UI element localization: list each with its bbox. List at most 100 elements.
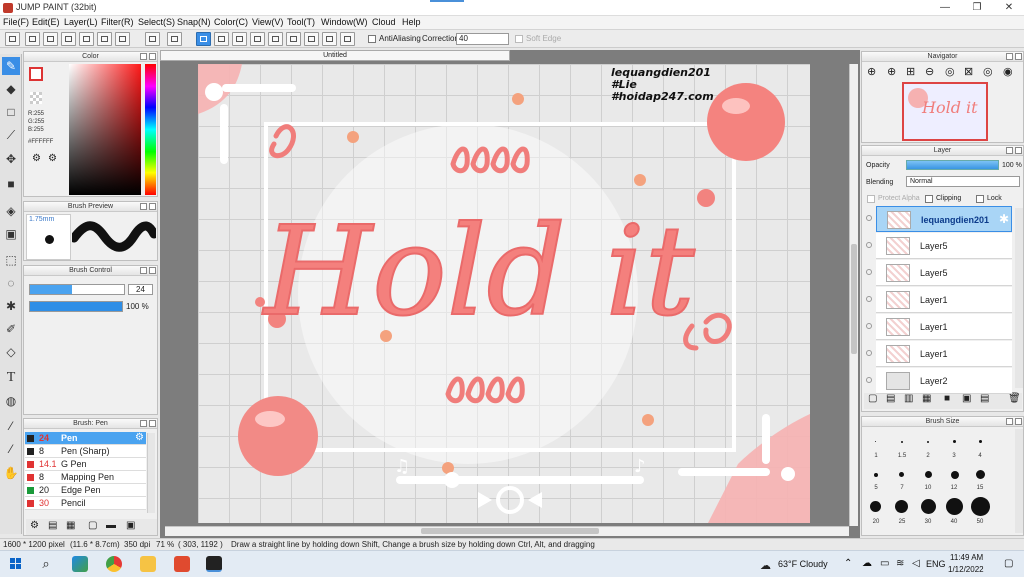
new-layer-8bit-icon[interactable]: ▤ [886, 393, 895, 404]
layer-settings-icon[interactable]: ✱ [999, 212, 1009, 226]
grid-button[interactable] [115, 32, 130, 46]
snap-off-button[interactable] [196, 32, 211, 46]
brush-size-dot[interactable] [875, 441, 876, 442]
eraser-tool-icon[interactable]: ◆ [2, 80, 20, 98]
layer-item-layer1[interactable]: Layer1 [876, 341, 1012, 367]
trash-icon[interactable]: 🗑 [1008, 393, 1021, 404]
wifi-icon[interactable]: ≋ [896, 558, 904, 569]
snap-radial-button[interactable] [250, 32, 265, 46]
rotate-left-icon[interactable]: ◎ [945, 65, 955, 78]
layer-opacity-slider[interactable] [906, 160, 999, 170]
brush-size-input[interactable]: 24 [128, 284, 153, 295]
cloud-sync-button[interactable] [5, 32, 20, 46]
office-icon[interactable] [174, 556, 190, 572]
brush-copy-icon[interactable]: ▢ [88, 520, 97, 531]
brush-list-scrollbar[interactable] [147, 433, 155, 513]
layer-folder-icon[interactable]: ■ [944, 393, 950, 404]
panel-float-icon[interactable] [140, 420, 147, 427]
new-layer-icon[interactable]: ▢ [868, 393, 877, 404]
text-tool-icon[interactable]: T [2, 369, 20, 387]
edge-browser-icon[interactable] [72, 556, 88, 572]
layer-visibility-icon[interactable] [866, 269, 872, 275]
zoom-fit-icon[interactable]: ⊕ [867, 65, 876, 78]
brush-opacity-slider[interactable] [29, 301, 123, 312]
snap-perspective-button[interactable] [268, 32, 283, 46]
magic-wand-tool-icon[interactable]: ✱ [2, 297, 20, 315]
vertical-scroll-thumb[interactable] [851, 244, 857, 354]
brush-item-pen[interactable]: 24 Pen ⚙ [25, 432, 146, 445]
layer-item-lequangdien201[interactable]: lequangdien201 ✱ [876, 206, 1012, 232]
panel-close-icon[interactable] [1015, 147, 1022, 154]
comment-button[interactable] [43, 32, 58, 46]
snap-curve-button[interactable] [304, 32, 319, 46]
weather-text[interactable]: 63°F Cloudy [778, 559, 828, 569]
layer-item-layer5[interactable]: Layer5 [876, 233, 1012, 259]
brush-save-icon[interactable]: ▬ [106, 520, 116, 531]
brush-size-dot[interactable] [927, 441, 929, 443]
color-wheel-icon[interactable]: ⚙ [48, 153, 57, 164]
palette-icon[interactable]: ⚙ [32, 153, 41, 164]
search-icon[interactable]: ⌕ [38, 556, 54, 572]
lasso-tool-icon[interactable]: ◌ [2, 274, 20, 292]
layer-transfer-icon[interactable]: ▣ [962, 393, 971, 404]
transparent-color-swatch[interactable] [30, 92, 42, 104]
screen-button[interactable] [61, 32, 76, 46]
panel-float-icon[interactable] [1006, 147, 1013, 154]
menu-filter[interactable]: Filter(R) [101, 17, 134, 27]
brush-settings-icon[interactable]: ⚙ [30, 520, 39, 531]
menu-help[interactable]: Help [402, 17, 421, 27]
brush-size-dot[interactable] [971, 497, 990, 516]
document-tab[interactable]: Untitled [160, 50, 510, 61]
fill-select-tool-icon[interactable]: ◍ [2, 392, 20, 410]
snap-cross-button[interactable] [232, 32, 247, 46]
brush-size-scrollbar[interactable] [1015, 429, 1023, 533]
brush-size-dot[interactable] [953, 440, 956, 443]
brush-size-dot[interactable] [874, 473, 878, 477]
layer-visibility-icon[interactable] [866, 377, 872, 383]
soft-edge-checkbox[interactable] [515, 35, 523, 43]
move-tool-icon[interactable]: ✥ [2, 150, 20, 168]
layout-button[interactable] [97, 32, 112, 46]
correction-input[interactable]: 40 [456, 33, 509, 45]
layer-item-layer2[interactable]: Layer2 [876, 368, 1012, 394]
brush-size-dot[interactable] [899, 472, 904, 477]
brush-add-icon[interactable]: ▦ [66, 520, 75, 531]
canvas-horizontal-scrollbar[interactable] [165, 526, 849, 536]
export-button[interactable] [25, 32, 40, 46]
undo-button[interactable] [145, 32, 160, 46]
brush-size-dot[interactable] [921, 499, 936, 514]
brush-size-dot[interactable] [976, 470, 985, 479]
gradient-tool-icon[interactable]: ▣ [2, 225, 20, 243]
notification-icon[interactable]: ▢ [1004, 558, 1013, 569]
layer-list-scrollbar[interactable] [1015, 208, 1023, 388]
artwork-canvas[interactable]: Hold it lequangdien201 #Lie #hoidap247.c… [198, 64, 810, 523]
brush-size-dot[interactable] [870, 501, 881, 512]
brush-size-dot[interactable] [895, 500, 908, 513]
cloud-tray-icon[interactable]: ☁ [862, 558, 872, 569]
line-tool-icon[interactable]: ⟋ [2, 126, 20, 144]
protect-alpha-checkbox[interactable] [867, 195, 875, 203]
clock-date[interactable]: 1/12/2022 [948, 565, 984, 574]
bucket-tool-icon[interactable]: ◈ [2, 202, 20, 220]
windows-start-icon[interactable] [8, 556, 24, 572]
volume-icon[interactable]: ◁ [912, 558, 920, 569]
snap-concentric-button[interactable] [286, 32, 301, 46]
panel-close-icon[interactable] [149, 53, 156, 60]
foreground-color-swatch[interactable] [29, 67, 43, 81]
brush-item-pencil[interactable]: 30 Pencil [25, 497, 146, 510]
panel-float-icon[interactable] [140, 267, 147, 274]
eyedropper-tool-icon[interactable]: ⁄ [2, 417, 20, 435]
panel-close-icon[interactable] [149, 203, 156, 210]
brush-item-g-pen[interactable]: 14.1 G Pen [25, 458, 146, 471]
panel-float-icon[interactable] [140, 203, 147, 210]
layer-visibility-icon[interactable] [866, 296, 872, 302]
panel-close-icon[interactable] [149, 267, 156, 274]
menu-tool[interactable]: Tool(T) [287, 17, 315, 27]
brush-size-dot[interactable] [901, 441, 903, 443]
smudge-tool-icon[interactable]: ⁄ [2, 440, 20, 458]
page-button[interactable] [79, 32, 94, 46]
layer-add-menu-icon[interactable]: ▦ [922, 393, 931, 404]
zoom-out-icon[interactable]: ⊖ [925, 65, 934, 78]
hand-tool-icon[interactable]: ✋ [2, 464, 20, 482]
file-explorer-icon[interactable] [140, 556, 156, 572]
